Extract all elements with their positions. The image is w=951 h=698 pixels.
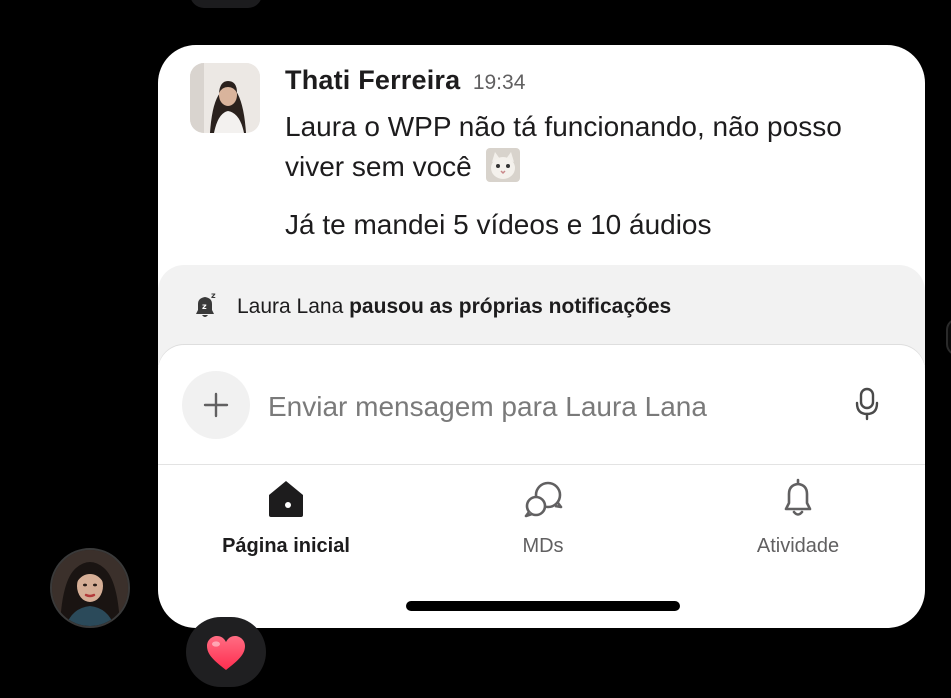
message-text-line1: Laura o WPP não tá funcionando, não poss… <box>285 111 842 182</box>
cat-emoji-icon <box>485 148 520 182</box>
tab-dms-label: MDs <box>522 535 564 557</box>
tab-activity[interactable]: Atividade <box>698 465 898 565</box>
tab-home[interactable]: Página inicial <box>186 465 386 565</box>
notification-action: pausou as próprias notificações <box>349 295 672 318</box>
home-indicator <box>406 601 680 611</box>
message-text-second: Já te mandei 5 vídeos e 10 áudios <box>285 209 712 240</box>
message-input[interactable] <box>268 385 828 429</box>
microphone-icon[interactable] <box>852 387 882 421</box>
sender-name[interactable]: Thati Ferreira <box>285 65 460 95</box>
reaction-pill-partial[interactable] <box>190 0 262 8</box>
notification-text: Laura Lana pausou as próprias notificaçõ… <box>237 295 671 319</box>
message-header: Thati Ferreira 19:34 <box>285 65 525 96</box>
notification-user: Laura Lana <box>237 295 344 318</box>
message-text: Laura o WPP não tá funcionando, não poss… <box>285 107 885 187</box>
message-time: 19:34 <box>472 71 526 94</box>
heart-icon <box>207 636 245 670</box>
tab-activity-label: Atividade <box>756 535 840 557</box>
svg-text:z: z <box>202 302 207 311</box>
tab-dms[interactable]: MDs <box>443 465 643 565</box>
edge-button-partial[interactable] <box>946 318 951 356</box>
chat-sender-avatar[interactable] <box>50 548 130 628</box>
add-attachment-button[interactable] <box>182 371 250 439</box>
slack-screenshot-card: Thati Ferreira 19:34 Laura o WPP não tá … <box>158 45 925 628</box>
bell-snooze-icon: z z <box>196 291 216 317</box>
screen: Thati Ferreira 19:34 Laura o WPP não tá … <box>0 0 951 698</box>
svg-text:z: z <box>211 291 216 300</box>
message-composer <box>158 345 925 465</box>
home-icon <box>269 481 303 517</box>
sender-avatar-thumbnail[interactable] <box>190 63 260 133</box>
chat-bubbles-icon <box>524 481 563 518</box>
bottom-tab-bar: Página inicial MDs Atividade <box>158 465 925 575</box>
heart-reaction[interactable] <box>186 617 266 687</box>
bell-icon <box>784 478 812 516</box>
tab-home-label: Página inicial <box>222 535 350 557</box>
plus-icon <box>203 392 229 418</box>
